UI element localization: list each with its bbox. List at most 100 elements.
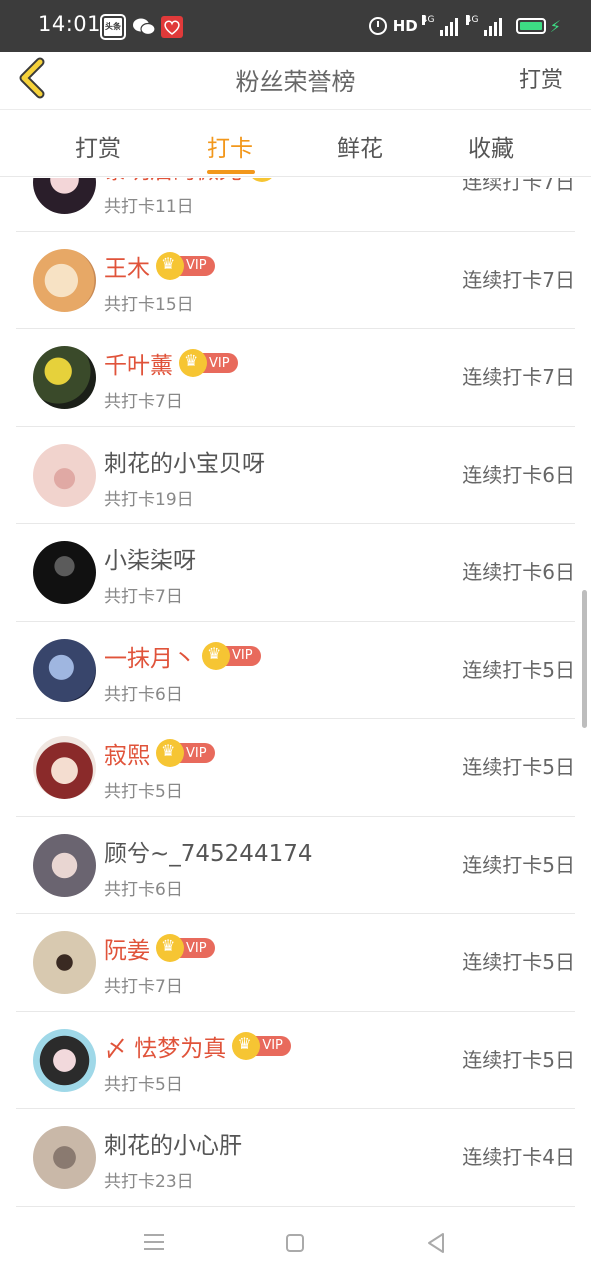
vip-badge: VIP — [202, 641, 261, 670]
total-checkin-count: 共打卡23日 — [104, 1172, 194, 1192]
crown-icon — [179, 349, 207, 377]
user-name[interactable]: 一抹月丶 — [104, 639, 196, 673]
avatar[interactable] — [33, 443, 96, 507]
user-name-line: 刺花的小宝贝呀 — [104, 445, 265, 477]
scrollbar[interactable] — [582, 590, 587, 728]
crown-icon — [202, 641, 230, 670]
total-checkin-count: 共打卡5日 — [104, 1074, 183, 1095]
list-item[interactable]: 黎明后的微光VIP 共打卡11日 连续打卡7日 — [16, 178, 575, 232]
list-item[interactable]: 〆 怯梦为真 VIP 共打卡5日 连续打卡5日 — [16, 1012, 575, 1109]
tab-favorites[interactable]: 收藏 — [441, 129, 541, 163]
home-icon[interactable] — [286, 1234, 304, 1252]
page-title: 粉丝荣誉榜 — [235, 68, 356, 96]
tab-bar: 打赏 打卡 鲜花 收藏 — [0, 111, 591, 177]
list-item[interactable]: 阮姜 VIP 共打卡7日 连续打卡5日 — [16, 914, 575, 1012]
tab-reward[interactable]: 打赏 — [48, 129, 148, 163]
back-triangle-icon[interactable] — [426, 1232, 446, 1254]
charging-icon: ⚡ — [549, 16, 561, 36]
fan-ranking-list[interactable]: 黎明后的微光VIP共打卡11日连续打卡7日王木VIP共打卡15日连续打卡7日千叶… — [0, 178, 591, 1210]
app-screen: 14:01 头条 HD 4G 4G ⚡ 粉丝荣誉榜 打赏 打赏 打卡 鲜花 收藏… — [0, 0, 591, 1280]
list-item[interactable]: 顾兮~_745244174 共打卡6日 连续打卡5日 — [16, 817, 575, 914]
hd-indicator: HD — [392, 17, 418, 35]
battery-icon — [515, 18, 546, 34]
reward-button[interactable]: 打赏 — [519, 62, 563, 94]
user-name-line: 寂熙 VIP — [104, 737, 215, 769]
vip-label: VIP — [232, 648, 253, 663]
vip-badge: VIP — [179, 349, 238, 377]
consecutive-checkin-count: 连续打卡5日 — [462, 950, 575, 974]
vip-badge: VIP — [156, 739, 215, 767]
avatar[interactable] — [33, 346, 96, 409]
avatar[interactable] — [33, 833, 96, 897]
avatar[interactable] — [33, 638, 96, 702]
vip-badge: VIP — [232, 1031, 291, 1060]
avatar[interactable] — [33, 541, 96, 604]
consecutive-checkin-count: 连续打卡7日 — [462, 178, 575, 194]
total-checkin-count: 共打卡19日 — [104, 489, 194, 510]
avatar[interactable] — [33, 931, 96, 994]
wechat-notification-icon — [132, 16, 156, 38]
list-item[interactable]: 一抹月丶 VIP 共打卡6日 连续打卡5日 — [16, 622, 575, 719]
status-time: 14:01 — [38, 12, 102, 36]
user-name[interactable]: 黎明后的微光 — [104, 178, 242, 185]
consecutive-checkin-count: 连续打卡7日 — [462, 267, 575, 292]
consecutive-checkin-count: 连续打卡5日 — [462, 755, 575, 779]
crown-icon — [156, 739, 184, 767]
consecutive-checkin-count: 连续打卡7日 — [462, 365, 575, 389]
consecutive-checkin-count: 连续打卡6日 — [462, 560, 575, 584]
list-container: 黎明后的微光VIP共打卡11日连续打卡7日王木VIP共打卡15日连续打卡7日千叶… — [0, 178, 591, 1207]
user-name-line: 〆 怯梦为真 VIP — [104, 1030, 291, 1062]
vip-label: VIP — [262, 1038, 283, 1053]
system-nav-bar — [0, 1210, 591, 1280]
user-name[interactable]: 小柒柒呀 — [104, 541, 196, 575]
consecutive-checkin-count: 连续打卡4日 — [462, 1145, 575, 1169]
user-name[interactable]: 王木 — [104, 249, 150, 283]
consecutive-checkin-count: 连续打卡5日 — [462, 852, 575, 877]
user-name[interactable]: 刺花的小宝贝呀 — [104, 444, 265, 478]
avatar[interactable] — [33, 1126, 96, 1189]
vip-badge: VIP — [156, 251, 215, 280]
list-item[interactable]: 王木 VIP 共打卡15日 连续打卡7日 — [16, 232, 575, 329]
toutiao-notification-icon: 头条 — [100, 14, 126, 40]
user-name-line: 黎明后的微光VIP — [104, 178, 307, 184]
tab-checkin[interactable]: 打卡 — [180, 129, 280, 163]
total-checkin-count: 共打卡5日 — [104, 782, 183, 802]
avatar[interactable] — [33, 178, 96, 214]
avatar[interactable] — [33, 248, 96, 312]
total-checkin-count: 共打卡7日 — [104, 587, 183, 607]
status-indicators: HD 4G 4G ⚡ — [368, 14, 561, 38]
total-checkin-count: 共打卡15日 — [104, 294, 194, 315]
user-name[interactable]: 顾兮~_745244174 — [104, 834, 312, 868]
heart-app-notification-icon — [161, 16, 183, 38]
vip-label: VIP — [186, 745, 207, 761]
user-name[interactable]: 千叶薰 — [104, 346, 173, 380]
avatar[interactable] — [33, 1028, 96, 1092]
list-item[interactable]: 小柒柒呀共打卡7日 连续打卡6日 — [16, 524, 575, 622]
vip-badge: VIP — [156, 934, 215, 962]
avatar[interactable] — [33, 736, 96, 799]
user-name-line: 刺花的小心肝 — [104, 1127, 242, 1159]
user-name[interactable]: 阮姜 — [104, 931, 150, 965]
menu-icon[interactable] — [144, 1234, 164, 1252]
total-checkin-count: 共打卡7日 — [104, 977, 183, 997]
vip-label: VIP — [209, 355, 230, 371]
status-bar: 14:01 头条 HD 4G 4G ⚡ — [0, 0, 591, 52]
consecutive-checkin-count: 连续打卡5日 — [462, 657, 575, 682]
user-name-line: 小柒柒呀 — [104, 542, 196, 574]
top-app-bar: 粉丝荣誉榜 打赏 — [0, 52, 591, 110]
alarm-icon — [368, 17, 387, 35]
list-item[interactable]: 寂熙 VIP 共打卡5日 连续打卡5日 — [16, 719, 575, 817]
list-item[interactable]: 刺花的小心肝共打卡23日 连续打卡4日 — [16, 1109, 575, 1207]
user-name[interactable]: 〆 怯梦为真 — [104, 1029, 226, 1063]
total-checkin-count: 共打卡7日 — [104, 392, 183, 412]
crown-icon — [232, 1031, 261, 1060]
crown-icon — [156, 934, 184, 962]
user-name[interactable]: 寂熙 — [104, 736, 150, 770]
user-name[interactable]: 刺花的小心肝 — [104, 1126, 242, 1160]
total-checkin-count: 共打卡11日 — [104, 197, 194, 217]
signal-icon-2: 4G — [465, 15, 502, 36]
list-item[interactable]: 千叶薰 VIP 共打卡7日 连续打卡7日 — [16, 329, 575, 427]
user-name-line: 顾兮~_745244174 — [104, 835, 312, 867]
tab-flowers[interactable]: 鲜花 — [310, 129, 410, 163]
list-item[interactable]: 刺花的小宝贝呀 共打卡19日 连续打卡6日 — [16, 427, 575, 524]
